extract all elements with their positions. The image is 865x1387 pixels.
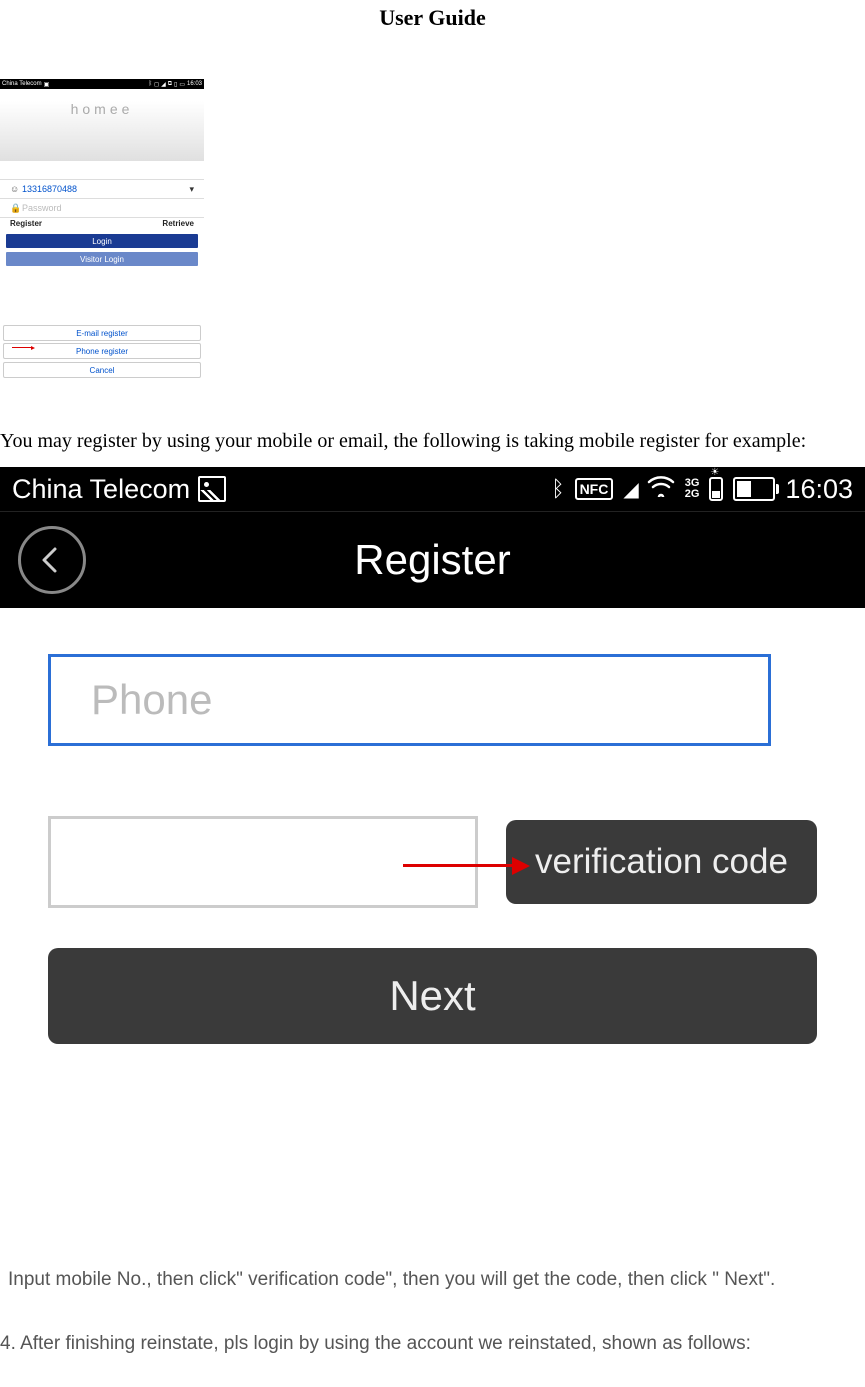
cancel-option[interactable]: Cancel [3,362,201,378]
phone-input[interactable]: Phone [48,654,771,746]
battery-icon: ▭ [179,81,185,88]
time-label: 16:03 [187,81,202,87]
lock-icon: 🔒 [10,203,22,214]
retrieve-link[interactable]: Retrieve [162,219,194,228]
person-icon: ☺ [10,184,22,194]
paragraph-register-intro: You may register by using your mobile or… [0,421,865,461]
register-screenshot: China Telecom ᛒ NFC ◢ 3G 2G 16:03 Regist… [0,467,865,1231]
wifi-icon: ⧉ [168,81,172,88]
register-link[interactable]: Register [10,219,42,228]
signal-icon: ◢ [623,477,636,502]
battery-icon [733,477,775,501]
bluetooth-icon: ᛒ [148,81,152,87]
phone-register-label: Phone register [76,347,128,356]
verification-code-button[interactable]: verification code [506,820,817,904]
signal-icon: ◢ [161,81,166,88]
caret-down-icon[interactable]: ▾ [189,184,194,195]
time-label: 16:03 [785,474,853,505]
annotation-arrow-icon [403,864,516,867]
wifi-icon [647,475,675,504]
phone-placeholder: Phone [91,676,212,724]
phone-value: 13316870488 [22,184,77,194]
login-button[interactable]: Login [6,234,198,248]
carrier-label: China Telecom [2,81,42,87]
navbar: Register [0,511,865,608]
phone-register-option[interactable]: Phone register [3,343,201,359]
password-placeholder: Password [22,203,62,213]
nfc-icon: ◻ [154,81,159,88]
network-type-label: 3G 2G [685,478,700,500]
brightness-icon [709,477,723,501]
next-button[interactable]: Next [48,948,817,1044]
login-screenshot: China Telecom ▣ ᛒ ◻ ◢ ⧉ ▯ ▭ 16:03 homee … [0,79,204,383]
screenshot-caption: Input mobile No., then click" verificati… [8,1269,865,1291]
page-title: User Guide [0,5,865,31]
visitor-login-button[interactable]: Visitor Login [6,252,198,266]
image-icon: ▣ [44,81,50,88]
annotation-arrow-icon [12,347,32,348]
back-button[interactable] [18,526,86,594]
carrier-label: China Telecom [12,474,190,505]
statusbar-large: China Telecom ᛒ NFC ◢ 3G 2G 16:03 [0,467,865,511]
navbar-title: Register [354,536,510,584]
email-register-option[interactable]: E-mail register [3,325,201,341]
bluetooth-icon: ᛒ [551,476,564,502]
brightness-icon: ▯ [174,81,177,88]
image-icon [198,476,226,502]
header-gradient: homee [0,101,204,161]
step-4-text: 4. After finishing reinstate, pls login … [0,1333,865,1355]
nfc-icon: NFC [575,478,614,500]
verification-code-input[interactable] [48,816,478,908]
action-sheet: E-mail register Phone register Cancel [3,325,201,380]
statusbar-small: China Telecom ▣ ᛒ ◻ ◢ ⧉ ▯ ▭ 16:03 [0,79,204,89]
password-field-row[interactable]: 🔒 Password [0,198,204,218]
phone-field-row[interactable]: ☺ 13316870488 ▾ [0,179,204,199]
app-logo: homee [0,101,204,117]
